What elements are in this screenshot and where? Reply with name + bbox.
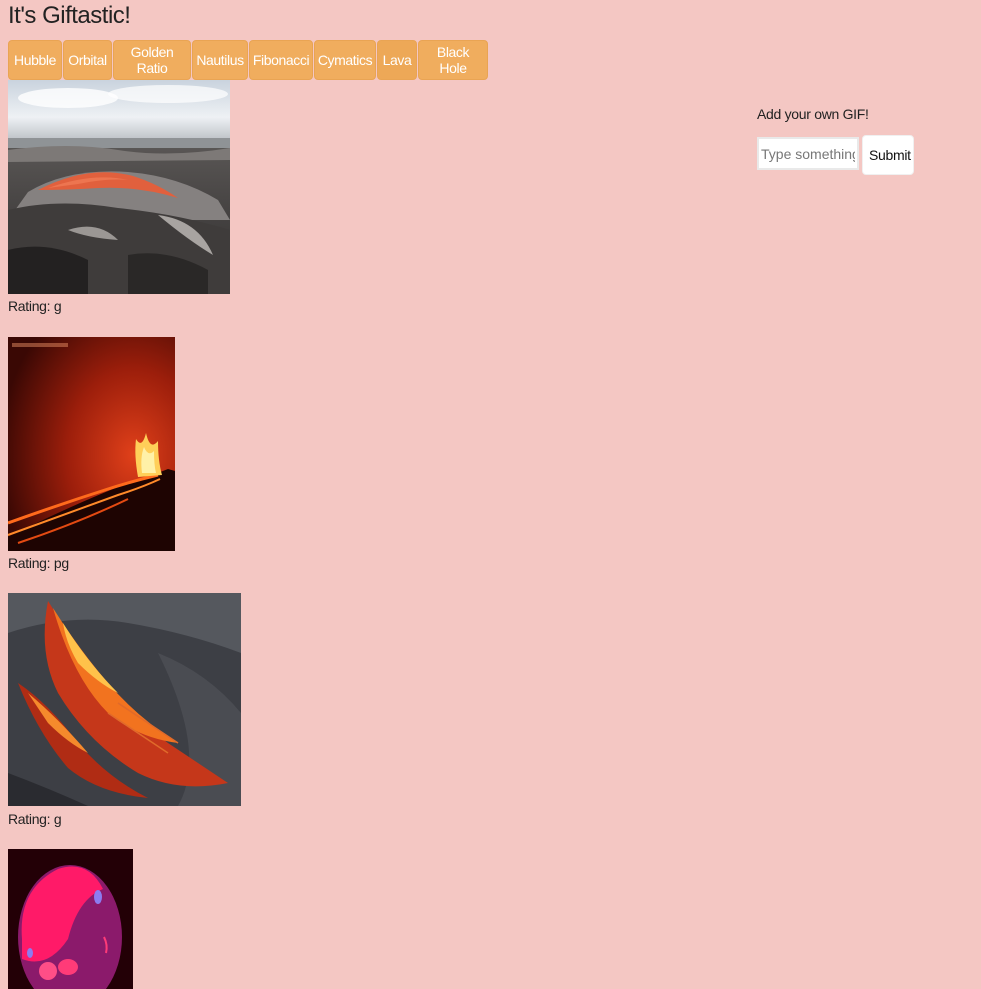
page-title: It's Giftastic!	[8, 2, 131, 29]
add-gif-label: Add your own GIF!	[757, 106, 869, 122]
topic-button-hubble[interactable]: Hubble	[8, 40, 62, 80]
topic-button-cymatics[interactable]: Cymatics	[314, 40, 376, 80]
submit-button[interactable]: Submit	[862, 135, 914, 175]
topic-button-fibonacci[interactable]: Fibonacci	[249, 40, 313, 80]
gif-card: Rating: g	[8, 80, 230, 314]
gif-card: Rating: pg	[8, 337, 175, 571]
topic-button-golden-ratio[interactable]: Golden Ratio	[113, 40, 191, 80]
gif-rating: Rating: g	[8, 811, 62, 827]
topic-button-black-hole[interactable]: Black Hole	[418, 40, 488, 80]
gif-image-lava-fountain-night[interactable]	[8, 337, 175, 551]
gif-card	[8, 849, 133, 989]
gif-rating: Rating: pg	[8, 555, 69, 571]
gif-image-pink-lava-lamp-blob[interactable]	[8, 849, 133, 989]
topic-button-lava[interactable]: Lava	[377, 40, 417, 80]
gif-card: Rating: g	[8, 593, 241, 827]
topic-button-orbital[interactable]: Orbital	[63, 40, 112, 80]
gif-image-lava-flow-landscape[interactable]	[8, 80, 230, 294]
topic-button-bar: Hubble Orbital Golden Ratio Nautilus Fib…	[8, 40, 488, 80]
gif-image-pahoehoe-lava-closeup[interactable]	[8, 593, 241, 806]
gif-rating: Rating: g	[8, 298, 62, 314]
topic-button-nautilus[interactable]: Nautilus	[192, 40, 248, 80]
add-gif-panel: Add your own GIF! Submit	[757, 106, 914, 175]
add-gif-input[interactable]	[757, 137, 859, 170]
